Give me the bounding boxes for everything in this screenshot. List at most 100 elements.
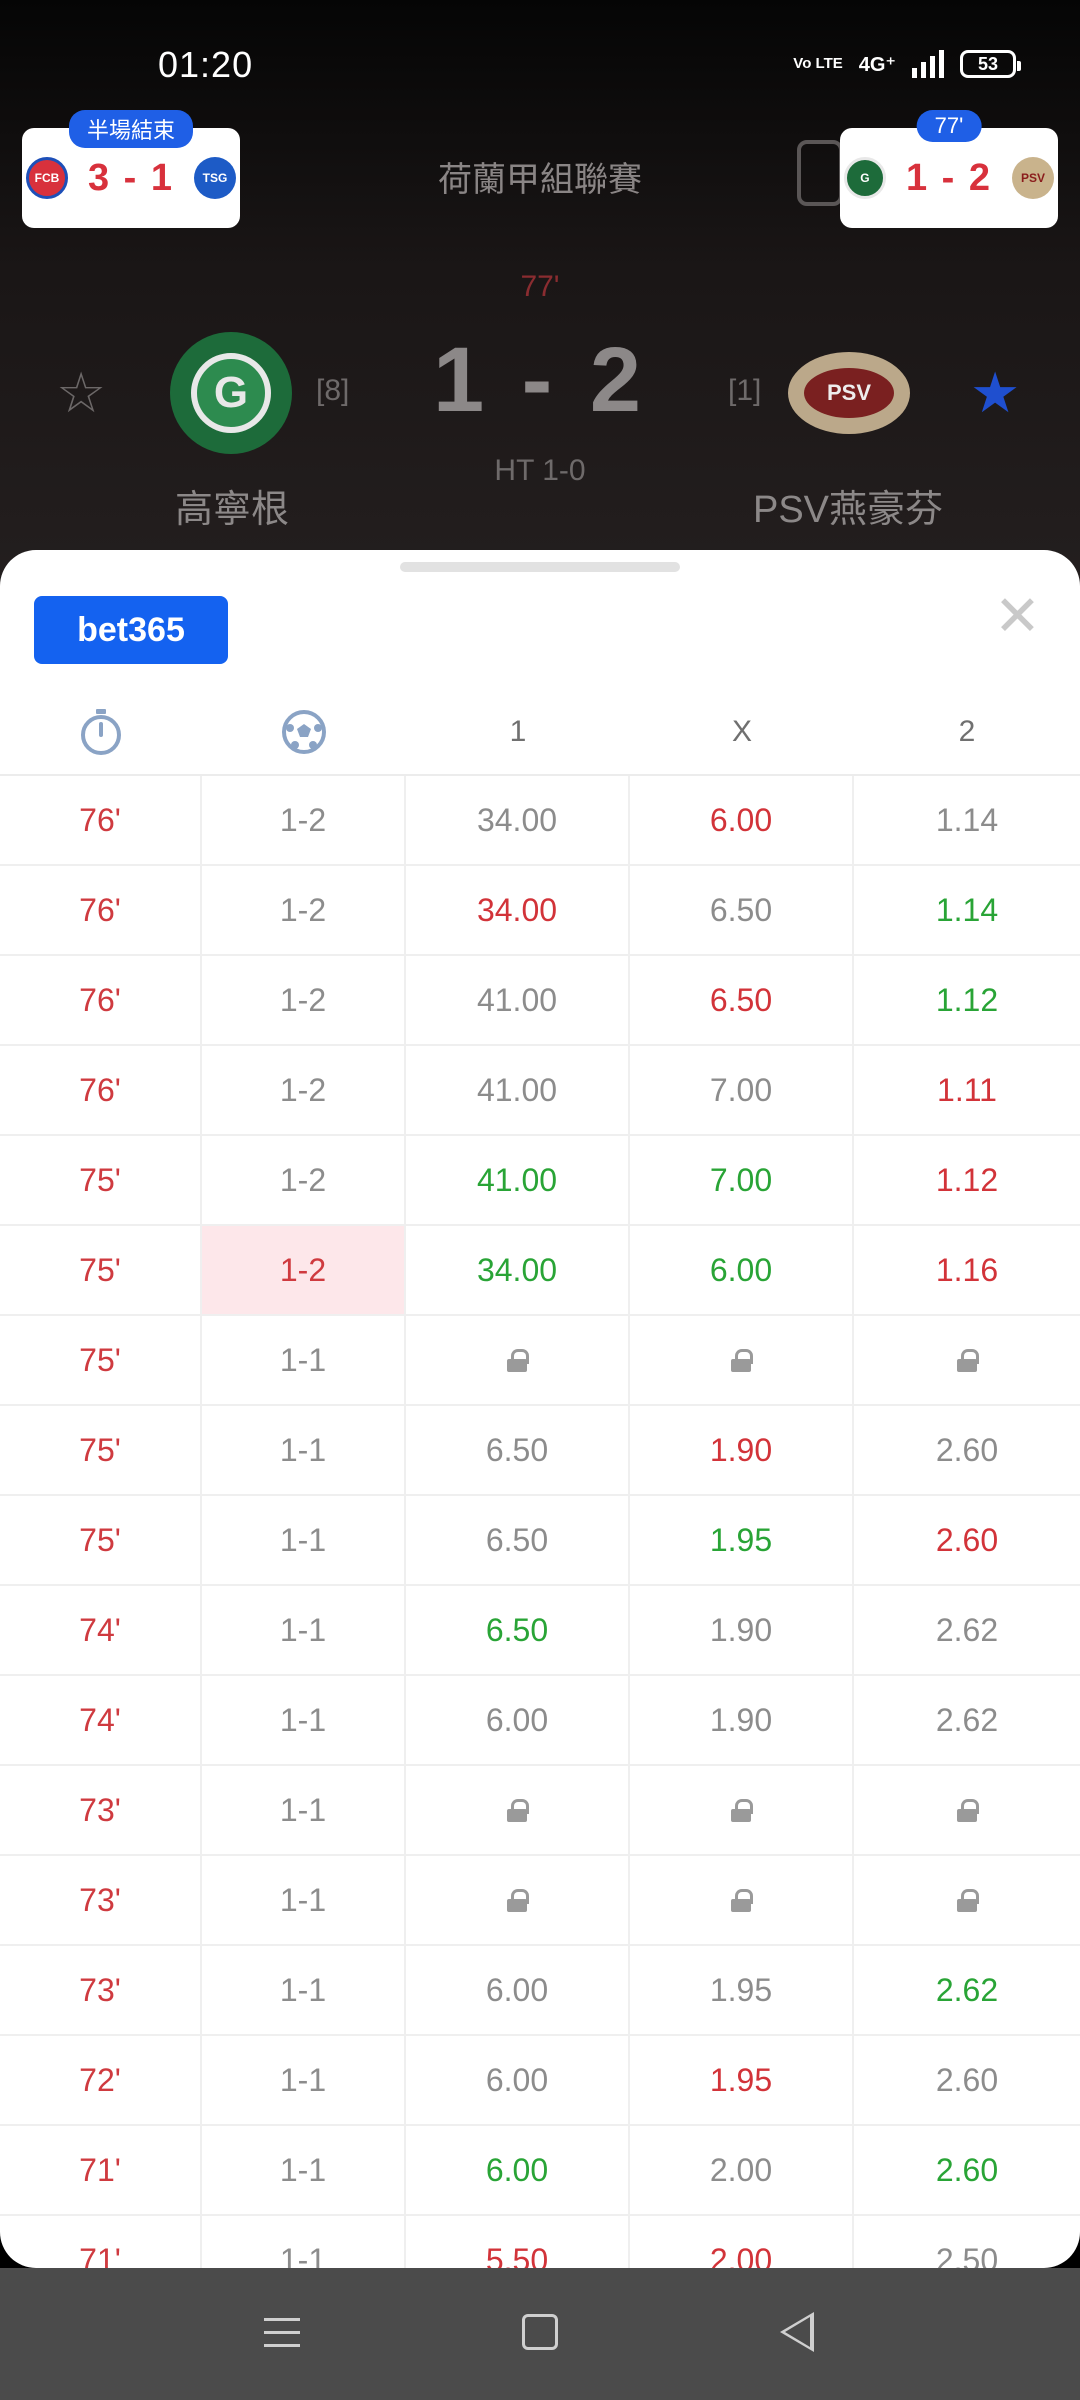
odds-time: 74' xyxy=(0,1676,202,1764)
away-odds: 2.62 xyxy=(935,1971,999,2008)
odds-time: 72' xyxy=(0,2036,202,2124)
odds-score: 1-1 xyxy=(202,2036,406,2124)
back-icon[interactable] xyxy=(780,2312,814,2352)
odds-score: 1-1 xyxy=(202,1316,406,1404)
home-team-name: 高寧根 xyxy=(174,489,289,531)
odds-score: 1-2 xyxy=(202,1226,406,1314)
odds-score: 1-2 xyxy=(202,866,406,954)
away-odds: 2.62 xyxy=(935,1611,999,1648)
odds-time: 75' xyxy=(0,1316,202,1404)
home-odds: 6.00 xyxy=(406,2126,630,2214)
clock: 01:20 xyxy=(158,44,254,85)
home-odds: 41.00 xyxy=(406,956,630,1044)
locked-odds xyxy=(854,1316,1080,1404)
away-odds: 1.16 xyxy=(935,1251,999,1288)
draw-odds: 2.00 xyxy=(630,2216,854,2268)
lock-icon xyxy=(957,1889,979,1912)
odds-row: 73' 1-1 6.00 1.95 2.62 xyxy=(0,1946,1080,2036)
score-column-header xyxy=(202,690,406,774)
home-odds: 6.00 xyxy=(406,2036,630,2124)
odds-time: 73' xyxy=(0,1946,202,2034)
odds-time: 73' xyxy=(0,1766,202,1854)
lock-icon xyxy=(731,1349,753,1372)
lock-icon xyxy=(507,1799,529,1822)
draw-odds: 7.00 xyxy=(630,1136,854,1224)
lock-icon xyxy=(507,1889,529,1912)
home-odds: 41.00 xyxy=(406,1046,630,1134)
locked-odds xyxy=(630,1766,854,1854)
odds-score: 1-1 xyxy=(202,1676,406,1764)
favorite-away-star-icon[interactable]: ★ xyxy=(970,360,1020,426)
home-odds: 34.00 xyxy=(406,1226,630,1314)
home-odds-header: 1 xyxy=(509,715,527,748)
signal-icon xyxy=(912,50,944,78)
draw-odds: 2.00 xyxy=(630,2126,854,2214)
home-icon[interactable] xyxy=(522,2314,558,2350)
home-odds: 6.50 xyxy=(406,1586,630,1674)
odds-score: 1-1 xyxy=(202,1496,406,1584)
soccer-ball-icon xyxy=(282,710,326,754)
odds-score: 1-1 xyxy=(202,1856,406,1944)
away-odds: 1.12 xyxy=(935,1161,999,1198)
menu-icon[interactable] xyxy=(264,2318,300,2357)
odds-row: 71' 1-1 5.50 2.00 2.50 xyxy=(0,2216,1080,2268)
odds-score: 1-1 xyxy=(202,1766,406,1854)
odds-score: 1-2 xyxy=(202,1046,406,1134)
draw-odds: 6.00 xyxy=(630,776,854,864)
odds-row: 76' 1-2 41.00 7.00 1.11 xyxy=(0,1046,1080,1136)
mini-match-right[interactable]: 77' G 1 - 2 PSV xyxy=(840,110,1058,228)
status-icons: Vo LTE 4G⁺ 53 xyxy=(793,50,1021,78)
odds-row: 75' 1-1 6.50 1.90 2.60 xyxy=(0,1406,1080,1496)
odds-row: 75' 1-1 6.50 1.95 2.60 xyxy=(0,1496,1080,1586)
locked-odds xyxy=(406,1856,630,1944)
odds-score: 1-1 xyxy=(202,1946,406,2034)
mini-score: 1 - 2 xyxy=(905,156,993,199)
away-team-name: PSV燕豪芬 xyxy=(752,489,944,531)
odds-time: 71' xyxy=(0,2126,202,2214)
away-odds-header: 2 xyxy=(958,715,976,748)
phone-icon[interactable] xyxy=(797,140,843,206)
away-odds: 2.60 xyxy=(935,2061,999,2098)
draw-odds: 6.50 xyxy=(630,956,854,1044)
away-odds: 2.50 xyxy=(935,2241,999,2269)
home-odds: 6.50 xyxy=(406,1496,630,1584)
away-odds: 2.60 xyxy=(935,2151,999,2188)
time-column-header xyxy=(0,690,202,774)
close-icon[interactable]: ✕ xyxy=(994,588,1041,644)
lock-icon xyxy=(507,1349,529,1372)
away-odds: 1.11 xyxy=(937,1071,997,1108)
odds-time: 75' xyxy=(0,1496,202,1584)
live-minute: 77' xyxy=(520,270,560,303)
odds-time: 75' xyxy=(0,1226,202,1314)
away-odds: 2.62 xyxy=(935,1701,999,1738)
home-odds: 6.00 xyxy=(406,1946,630,2034)
draw-odds: 1.90 xyxy=(630,1586,854,1674)
odds-row: 72' 1-1 6.00 1.95 2.60 xyxy=(0,2036,1080,2126)
odds-row: 73' 1-1 xyxy=(0,1766,1080,1856)
away-odds: 2.60 xyxy=(935,1521,999,1558)
locked-odds xyxy=(630,1316,854,1404)
bookmaker-button[interactable]: bet365 xyxy=(34,596,228,664)
draw-odds: 6.00 xyxy=(630,1226,854,1314)
odds-time: 75' xyxy=(0,1136,202,1224)
odds-time: 76' xyxy=(0,1046,202,1134)
locked-odds xyxy=(630,1856,854,1944)
odds-bottom-sheet: bet365 ✕ 1 X 2 76' 1-2 34.00 6.00 1.14 76' 1-2… xyxy=(0,550,1080,2268)
home-odds: 34.00 xyxy=(406,776,630,864)
odds-time: 76' xyxy=(0,776,202,864)
draw-odds: 1.95 xyxy=(630,1496,854,1584)
mini-minute-tag: 77' xyxy=(916,110,982,142)
home-odds: 41.00 xyxy=(406,1136,630,1224)
draw-odds: 1.90 xyxy=(630,1676,854,1764)
draw-odds: 6.50 xyxy=(630,866,854,954)
mini-status-tag: 半場結束 xyxy=(68,110,194,148)
lock-icon xyxy=(731,1799,753,1822)
sheet-drag-handle[interactable] xyxy=(400,562,680,572)
odds-row: 76' 1-2 41.00 6.50 1.12 xyxy=(0,956,1080,1046)
lock-icon xyxy=(731,1889,753,1912)
psv-logo-icon: PSV xyxy=(1012,157,1055,199)
odds-time: 76' xyxy=(0,956,202,1044)
locked-odds xyxy=(854,1856,1080,1944)
home-odds: 5.50 xyxy=(406,2216,630,2268)
odds-table: 76' 1-2 34.00 6.00 1.14 76' 1-2 34.00 6.50 1.14 76… xyxy=(0,776,1080,2268)
